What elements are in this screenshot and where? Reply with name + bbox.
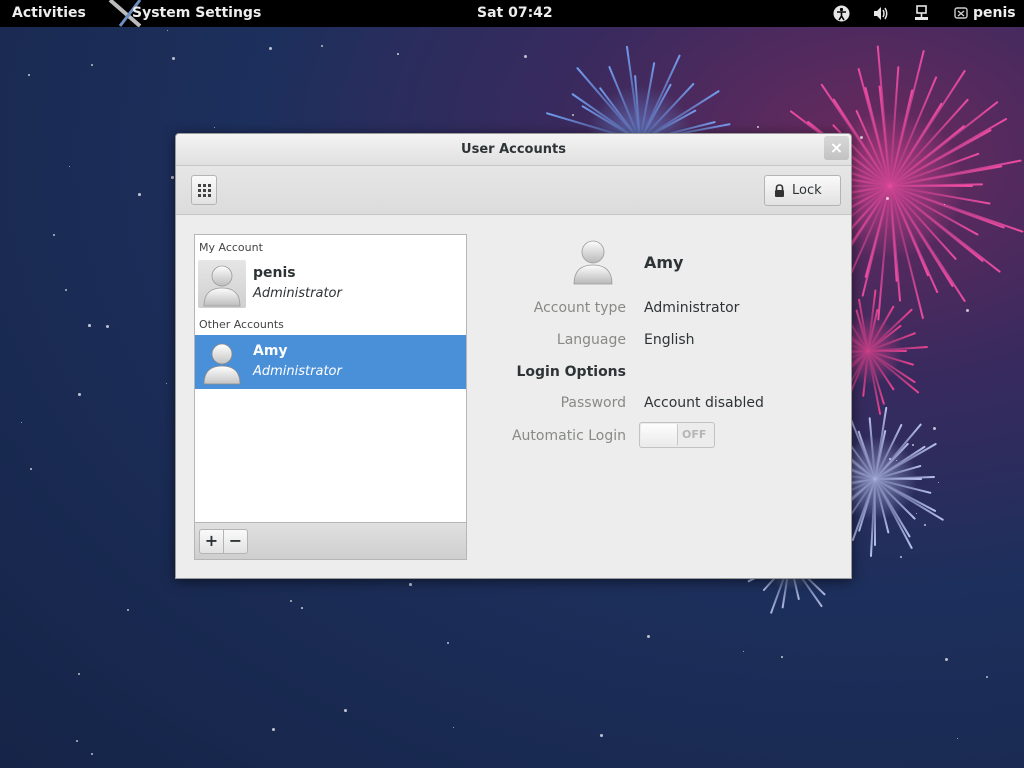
user-name: penis (253, 265, 296, 281)
user-row-amy[interactable]: Amy Administrator (195, 335, 466, 389)
language-label: Language (556, 332, 626, 348)
volume-icon[interactable] (872, 5, 890, 22)
app-menu[interactable]: System Settings (132, 0, 261, 27)
user-avatar-icon (203, 343, 241, 385)
user-row-penis[interactable]: penis Administrator (195, 257, 466, 311)
avatar (198, 260, 246, 308)
user-role: Administrator (253, 364, 342, 379)
user-avatar-icon (573, 240, 613, 285)
all-settings-button[interactable] (191, 175, 217, 205)
user-avatar-icon (203, 265, 241, 307)
top-bar: Activities System Settings Sat 07:42 pen… (0, 0, 1024, 27)
automatic-login-switch[interactable]: OFF (639, 422, 715, 448)
close-icon: × (829, 138, 844, 157)
add-user-button[interactable]: + (199, 529, 224, 554)
window-title: User Accounts (461, 142, 566, 157)
switch-knob (641, 424, 678, 446)
user-role: Administrator (253, 286, 342, 301)
lock-button[interactable]: Lock (764, 175, 841, 206)
user-accounts-window: User Accounts × Lock My Account penis Ad… (175, 133, 852, 579)
password-value[interactable]: Account disabled (644, 395, 764, 411)
toolbar: Lock (176, 166, 851, 215)
account-type-label: Account type (533, 300, 626, 316)
user-status-icon[interactable] (954, 5, 969, 22)
other-accounts-header: Other Accounts (199, 318, 284, 331)
user-list: My Account penis Administrator Other Acc… (194, 234, 467, 524)
user-name: Amy (253, 343, 288, 359)
remove-user-button[interactable]: − (223, 529, 248, 554)
account-type-value[interactable]: Administrator (644, 300, 739, 316)
accessibility-icon[interactable] (833, 5, 850, 22)
remove-icon: − (228, 531, 243, 550)
add-icon: + (204, 531, 219, 550)
network-icon[interactable] (913, 5, 930, 22)
user-list-toolbar: + − (194, 522, 467, 560)
detail-avatar[interactable] (569, 236, 617, 290)
password-label: Password (560, 395, 626, 411)
login-options-heading: Login Options (516, 364, 626, 380)
lock-label: Lock (792, 183, 822, 198)
clock[interactable]: Sat 07:42 (477, 0, 553, 27)
close-button[interactable]: × (824, 136, 849, 160)
window-titlebar[interactable]: User Accounts × (176, 134, 851, 166)
language-value[interactable]: English (644, 332, 695, 348)
lock-icon (775, 184, 784, 197)
automatic-login-label: Automatic Login (511, 428, 626, 444)
switch-state: OFF (682, 428, 707, 441)
activities-button[interactable]: Activities (12, 0, 86, 27)
avatar (198, 338, 246, 386)
user-menu[interactable]: penis (973, 0, 1016, 27)
my-account-header: My Account (199, 241, 263, 254)
detail-user-name[interactable]: Amy (644, 253, 683, 272)
